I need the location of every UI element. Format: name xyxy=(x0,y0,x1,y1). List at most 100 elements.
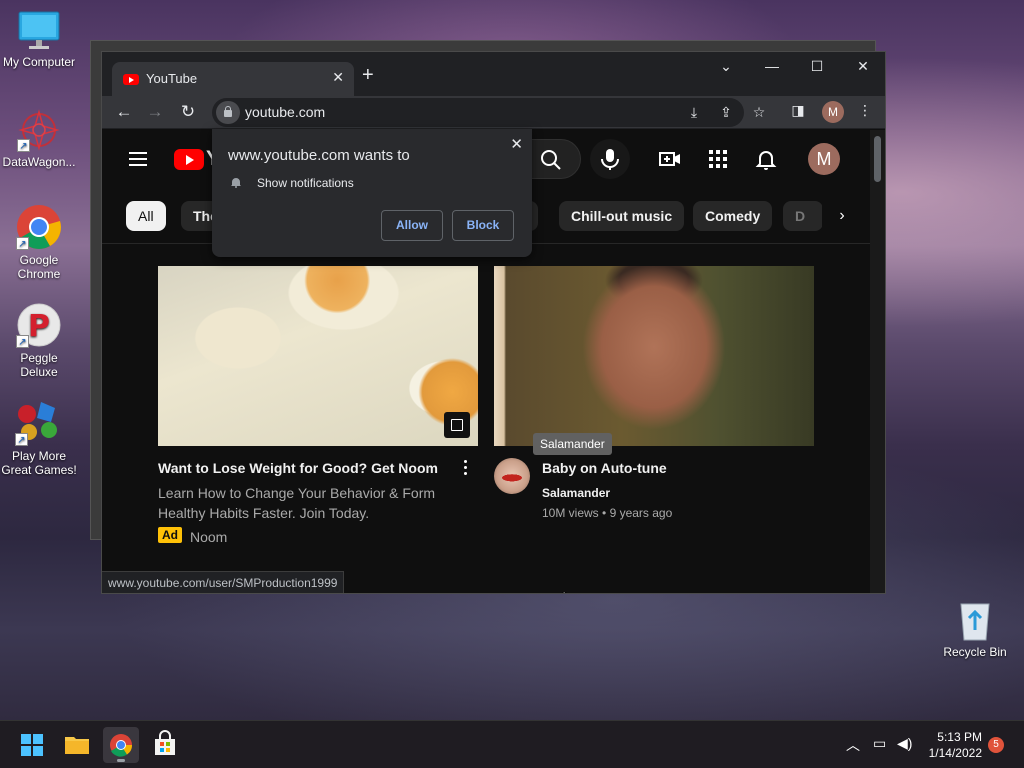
status-bar-url: www.youtube.com/user/SMProduction1999 xyxy=(102,571,345,593)
menu-kebab-icon[interactable]: ⋮ xyxy=(855,102,875,119)
shortcut-arrow-icon: ↗ xyxy=(16,237,29,250)
tab-search-icon[interactable]: ⌄ xyxy=(711,58,741,75)
block-button[interactable]: Block xyxy=(452,210,514,241)
ad-badge: Ad xyxy=(158,527,182,543)
close-window-icon[interactable]: ✕ xyxy=(848,58,878,75)
video-thumbnail[interactable] xyxy=(494,266,814,446)
voice-search-button[interactable] xyxy=(590,139,630,179)
prompt-close-icon[interactable]: ✕ xyxy=(510,135,523,153)
prompt-title: www.youtube.com wants to xyxy=(228,147,410,164)
file-explorer-button[interactable] xyxy=(59,727,95,763)
maximize-icon[interactable]: ☐ xyxy=(802,58,832,75)
create-video-icon[interactable] xyxy=(658,147,682,171)
desktop-icon-label: Google Chrome xyxy=(17,253,61,281)
desktop-icon-recycle-bin[interactable]: Recycle Bin xyxy=(940,598,1010,659)
profile-avatar[interactable]: M xyxy=(822,101,844,123)
forward-arrow-icon[interactable]: → xyxy=(144,102,166,122)
notifications-bell-icon[interactable] xyxy=(754,147,778,171)
active-indicator xyxy=(117,759,125,762)
youtube-logo-icon[interactable] xyxy=(174,149,204,170)
prompt-permission-text: Show notifications xyxy=(257,176,354,190)
hand-cursor-icon xyxy=(562,592,567,593)
desktop-icon-label: Play More Great Games! xyxy=(1,449,77,477)
recycle-bin-icon xyxy=(960,603,990,641)
desktop-icon-my-computer[interactable]: My Computer xyxy=(0,10,78,69)
page-scrollbar[interactable] xyxy=(870,130,885,593)
apps-grid-icon[interactable] xyxy=(706,147,730,171)
tab-title: YouTube xyxy=(146,71,198,86)
minimize-icon[interactable]: — xyxy=(757,58,787,74)
external-link-icon[interactable] xyxy=(444,412,470,438)
store-bag-icon xyxy=(155,730,175,755)
windows-logo-icon xyxy=(21,734,43,756)
folder-icon xyxy=(65,737,89,754)
video-stats: 10M views • 9 years ago xyxy=(542,506,673,520)
chip-comedy[interactable]: Comedy xyxy=(693,201,773,231)
chrome-icon xyxy=(110,734,133,757)
view-count: 10M views xyxy=(542,506,599,520)
start-button[interactable] xyxy=(14,727,50,763)
chrome-window: YouTube ✕ + ⌄ — ☐ ✕ ← → ↻ youtube.com ⤓ … xyxy=(101,51,886,594)
chip-chill-out-music[interactable]: Chill-out music xyxy=(559,201,685,231)
channel-avatar[interactable] xyxy=(494,458,530,494)
reload-icon[interactable]: ↻ xyxy=(177,102,199,122)
notification-permission-prompt: www.youtube.com wants to ✕ Show notifica… xyxy=(212,129,532,257)
new-tab-icon[interactable]: + xyxy=(362,65,374,85)
svg-text:P: P xyxy=(28,309,50,344)
tab-bar: YouTube ✕ + ⌄ — ☐ ✕ xyxy=(102,52,885,96)
desktop-icon-play-more-games[interactable]: ↗ Play More Great Games! xyxy=(0,400,78,477)
shortcut-arrow-icon: ↗ xyxy=(15,433,28,446)
monitor-icon xyxy=(17,10,61,52)
volume-icon[interactable]: ◀) xyxy=(897,735,912,752)
desktop-icon-google-chrome[interactable]: ↗ Google Chrome xyxy=(0,204,78,281)
clock-date: 1/14/2022 xyxy=(928,746,982,760)
chip-all[interactable]: All xyxy=(126,201,166,231)
games-icon: ↗ xyxy=(15,400,63,446)
desktop-icon-label: DataWagon... xyxy=(2,155,76,169)
advertiser-name[interactable]: Noom xyxy=(190,527,227,547)
hamburger-menu-icon[interactable] xyxy=(129,152,147,166)
shortcut-arrow-icon: ↗ xyxy=(16,335,29,348)
desktop-icon-label: Peggle Deluxe xyxy=(20,351,58,379)
desktop-icon-peggle-deluxe[interactable]: P ↗ Peggle Deluxe xyxy=(0,302,78,379)
tab-close-icon[interactable]: ✕ xyxy=(332,69,344,86)
share-icon[interactable]: ⇪ xyxy=(716,104,736,121)
search-icon xyxy=(541,150,561,170)
desktop-icon-label: My Computer xyxy=(2,55,76,69)
show-hidden-icons-chevron-icon[interactable]: ︿ xyxy=(846,735,860,755)
chrome-taskbar-button[interactable] xyxy=(103,727,139,763)
video-title[interactable]: Baby on Auto-tune xyxy=(542,460,667,476)
tab-youtube[interactable]: YouTube ✕ xyxy=(112,62,354,96)
recycle-bin-label: Recycle Bin xyxy=(943,645,1007,659)
video-menu-icon[interactable] xyxy=(464,460,468,476)
lock-icon[interactable] xyxy=(216,101,240,124)
browser-toolbar: ← → ↻ youtube.com ⤓ ⇪ ☆ ◨ M ⋮ xyxy=(102,96,885,129)
side-panel-icon[interactable]: ◨ xyxy=(788,102,808,119)
datawagon-icon: ↗ xyxy=(17,108,61,152)
peggle-icon: P ↗ xyxy=(16,302,62,348)
bell-icon xyxy=(231,178,241,188)
chip-partial-d[interactable]: D xyxy=(783,201,823,231)
desktop-icon-datawagon[interactable]: ↗ DataWagon... xyxy=(0,108,78,169)
upload-age: 9 years ago xyxy=(609,506,673,520)
install-app-icon[interactable]: ⤓ xyxy=(684,104,704,121)
shortcut-arrow-icon: ↗ xyxy=(17,139,30,152)
youtube-favicon-icon xyxy=(123,74,139,85)
account-avatar[interactable]: M xyxy=(808,143,840,175)
network-icon[interactable]: ▭ xyxy=(873,735,886,752)
video-thumbnail-ad[interactable] xyxy=(158,266,478,446)
allow-button[interactable]: Allow xyxy=(381,210,443,241)
address-bar[interactable]: youtube.com ⤓ ⇪ ☆ xyxy=(212,98,765,127)
clock-time: 5:13 PM xyxy=(937,730,982,744)
channel-tooltip: Salamander xyxy=(533,433,612,455)
notification-count-badge[interactable]: 5 xyxy=(988,737,1004,753)
channel-name[interactable]: Salamander xyxy=(542,483,610,503)
bookmark-star-icon[interactable]: ☆ xyxy=(749,104,769,121)
chip-scroll-right-icon[interactable]: › xyxy=(822,201,862,231)
url-text: youtube.com xyxy=(245,104,326,120)
video-title-ad[interactable]: Want to Lose Weight for Good? Get Noom xyxy=(158,460,438,476)
ad-description: Learn How to Change Your Behavior & Form… xyxy=(158,485,436,521)
back-arrow-icon[interactable]: ← xyxy=(113,102,135,122)
store-button[interactable] xyxy=(147,727,183,763)
system-clock[interactable]: 5:13 PM 1/14/2022 xyxy=(922,729,982,761)
